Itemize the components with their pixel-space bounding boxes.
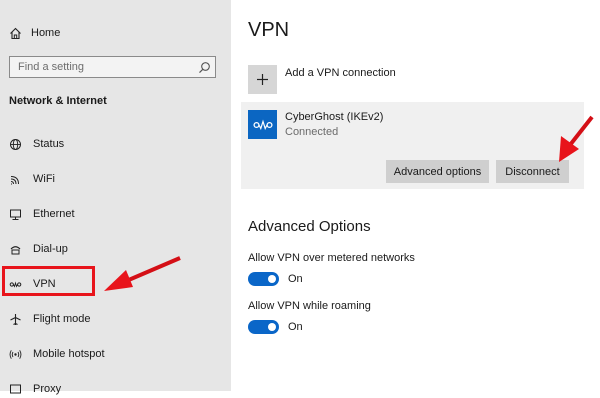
- vpn-connection-card[interactable]: CyberGhost (IKEv2) Connected Advanced op…: [241, 102, 584, 189]
- sidebar-item-ethernet[interactable]: Ethernet: [9, 205, 209, 223]
- roaming-toggle-row[interactable]: On: [248, 320, 303, 334]
- metered-networks-label: Allow VPN over metered networks: [248, 252, 415, 264]
- plus-icon: [257, 74, 268, 85]
- search-icon[interactable]: [198, 61, 211, 74]
- metered-networks-toggle[interactable]: [248, 272, 279, 286]
- page-title: VPN: [248, 19, 290, 41]
- sidebar: Home Network & Internet Status WiFi Ethe…: [0, 0, 231, 395]
- sidebar-item-home[interactable]: Home: [9, 24, 60, 42]
- globe-icon: [10, 138, 21, 150]
- vpn-icon: [252, 118, 273, 130]
- sidebar-item-dialup[interactable]: Dial-up: [9, 240, 209, 258]
- sidebar-item-flight-mode[interactable]: Flight mode: [9, 310, 209, 328]
- toggle-state-label: On: [288, 321, 303, 333]
- add-tile[interactable]: [248, 65, 277, 94]
- main-content: VPN Add a VPN connection CyberGhost (IKE…: [231, 0, 600, 391]
- vpn-connection-name: CyberGhost (IKEv2): [285, 111, 384, 123]
- add-vpn-label: Add a VPN connection: [285, 66, 396, 79]
- sidebar-item-label: Mobile hotspot: [33, 348, 105, 360]
- ethernet-icon: [10, 209, 21, 220]
- search-box: [9, 56, 216, 78]
- hotspot-icon: [9, 349, 22, 359]
- sidebar-item-label: Status: [33, 138, 65, 150]
- roaming-label: Allow VPN while roaming: [248, 300, 371, 312]
- roaming-toggle[interactable]: [248, 320, 279, 334]
- disconnect-button[interactable]: Disconnect: [496, 160, 569, 183]
- vpn-connection-icon: [248, 110, 277, 139]
- wifi-icon: [10, 175, 19, 184]
- sidebar-item-status[interactable]: Status: [9, 135, 209, 153]
- advanced-options-button[interactable]: Advanced options: [386, 160, 489, 183]
- vpn-connection-status: Connected: [285, 126, 339, 138]
- toggle-knob: [268, 323, 276, 331]
- metered-networks-toggle-row[interactable]: On: [248, 272, 303, 286]
- toggle-state-label: On: [288, 273, 303, 285]
- sidebar-item-label: Dial-up: [33, 243, 68, 255]
- add-vpn-connection[interactable]: Add a VPN connection: [248, 65, 396, 94]
- toggle-knob: [268, 275, 276, 283]
- sidebar-item-label: Proxy: [33, 383, 62, 395]
- vpn-highlight-box: [2, 266, 95, 296]
- home-icon: [10, 27, 21, 39]
- proxy-icon: [10, 384, 21, 393]
- section-title: Network & Internet: [9, 95, 107, 107]
- search-input[interactable]: [10, 57, 206, 77]
- sidebar-item-label: Flight mode: [33, 313, 91, 325]
- sidebar-item-mobile-hotspot[interactable]: Mobile hotspot: [9, 345, 209, 363]
- sidebar-item-label: Ethernet: [33, 208, 75, 220]
- dialup-icon: [10, 245, 21, 254]
- advanced-options-heading: Advanced Options: [248, 218, 371, 235]
- airplane-icon: [10, 313, 21, 325]
- sidebar-item-proxy[interactable]: Proxy: [9, 380, 209, 398]
- sidebar-item-wifi[interactable]: WiFi: [9, 170, 209, 188]
- home-label: Home: [31, 27, 61, 39]
- sidebar-item-label: WiFi: [33, 173, 55, 185]
